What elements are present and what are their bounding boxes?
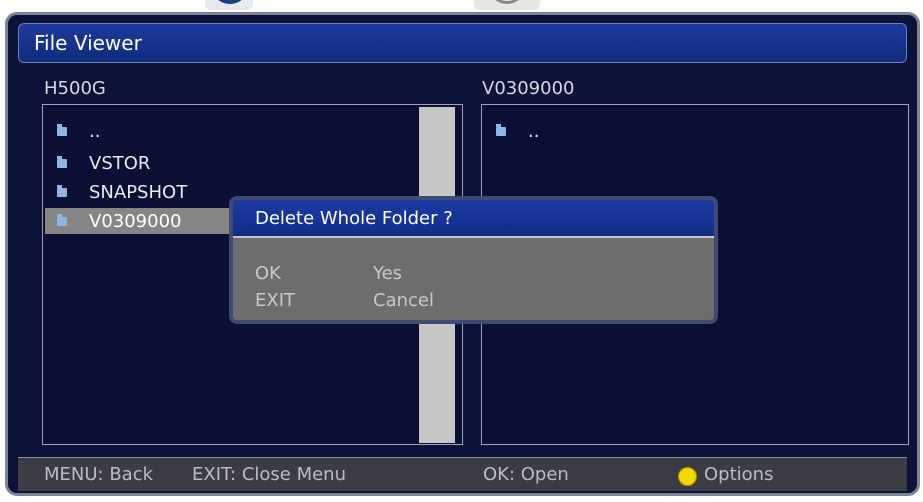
dialog-option-exit-key[interactable]: EXIT [255, 290, 295, 311]
left-pane-label: H500G [44, 78, 106, 99]
file-item-label: SNAPSHOT [89, 181, 188, 203]
title-bar [18, 23, 907, 63]
left-file-item-parent[interactable]: .. [51, 118, 100, 144]
file-item-label: VSTOR [89, 152, 151, 174]
right-pane-label: V0309000 [482, 78, 575, 99]
dialog-title: Delete Whole Folder ? [255, 208, 453, 229]
brand-logo-right [474, 0, 540, 10]
file-item-label: .. [528, 120, 540, 142]
folder-icon [57, 155, 67, 168]
status-bar: MENU: Back EXIT: Close Menu OK: Open Opt… [18, 457, 907, 491]
folder-icon [57, 213, 67, 226]
delete-confirm-dialog: Delete Whole Folder ? OK Yes EXIT Cancel [229, 196, 718, 324]
left-file-item-snapshot[interactable]: SNAPSHOT [51, 179, 187, 205]
dialog-option-yes[interactable]: Yes [373, 263, 402, 284]
folder-icon [57, 184, 67, 197]
top-strip [0, 0, 923, 12]
dialog-option-cancel[interactable]: Cancel [373, 290, 434, 311]
file-viewer-window: File Viewer H500G V0309000 .. VSTOR SNAP… [5, 12, 920, 496]
file-item-label: V0309000 [89, 210, 182, 232]
hint-menu-back: MENU: Back [44, 464, 154, 485]
folder-icon [496, 123, 506, 136]
left-file-item-v0309000-selected[interactable]: V0309000 [45, 208, 260, 234]
yellow-button-icon [678, 467, 697, 486]
left-file-item-vstor[interactable]: VSTOR [51, 150, 150, 176]
folder-icon [57, 123, 67, 136]
window-title: File Viewer [34, 31, 142, 55]
hint-exit-close: EXIT: Close Menu [192, 464, 346, 485]
dialog-header: Delete Whole Folder ? [233, 200, 714, 238]
file-item-label: .. [89, 120, 101, 142]
brand-logo-left [205, 0, 253, 10]
right-file-item-parent[interactable]: .. [490, 118, 539, 144]
dialog-option-ok-key[interactable]: OK [255, 263, 281, 284]
hint-ok-open: OK: Open [483, 464, 569, 485]
hint-options: Options [704, 464, 774, 485]
